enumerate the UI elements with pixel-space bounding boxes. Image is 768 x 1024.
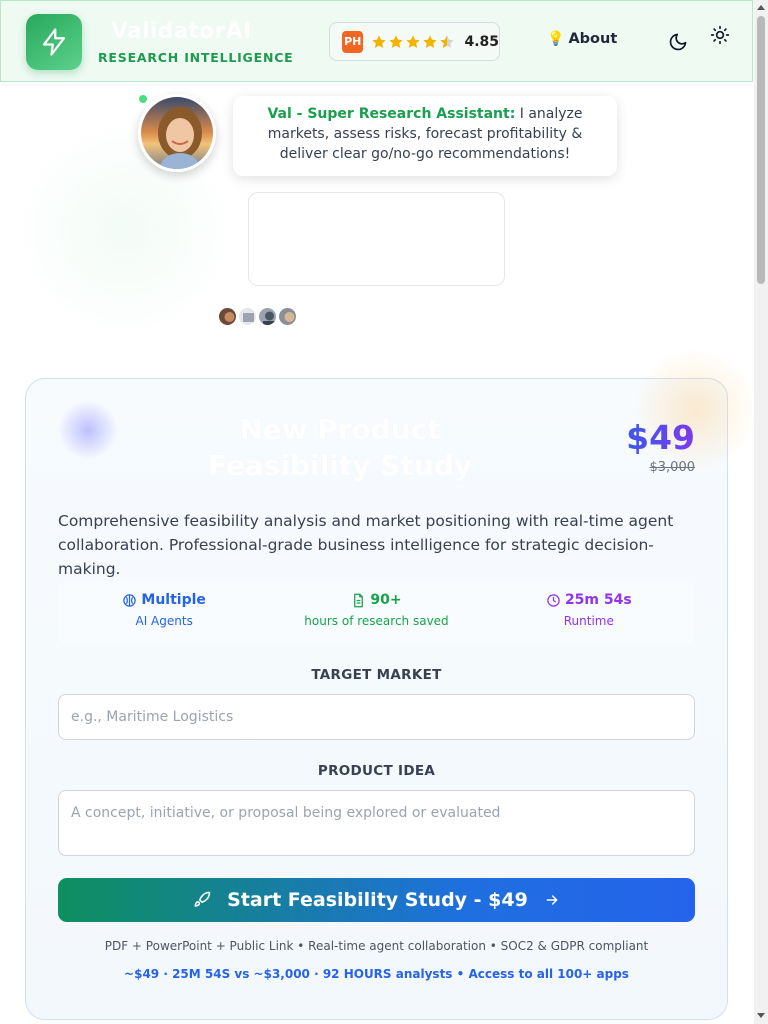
avatar <box>277 306 298 327</box>
star-icon <box>389 34 404 48</box>
about-button[interactable]: 💡 About <box>547 31 617 47</box>
document-icon <box>354 593 364 607</box>
stat-value: Multiple <box>141 592 206 608</box>
half-star-icon <box>440 34 455 48</box>
stat-value: 90+ <box>370 592 402 608</box>
scrollbar-thumb[interactable] <box>757 16 765 284</box>
target-market-input[interactable] <box>58 694 695 740</box>
stat-value: 25m 54s <box>564 592 632 608</box>
star-icon <box>423 34 438 48</box>
assistant-speech-bubble: Val - Super Research Assistant: I analyz… <box>233 96 617 176</box>
stat-label: Runtime <box>563 614 614 628</box>
empty-preview-card <box>248 192 505 286</box>
star-icon <box>406 34 421 48</box>
lightbulb-icon: 💡 <box>547 31 565 47</box>
star-icon <box>372 34 387 48</box>
price: $49 <box>600 418 695 457</box>
stat-agents: Multiple AI Agents <box>58 581 270 644</box>
assistant-name: Val - Super Research Assistant: <box>267 106 516 122</box>
avatar <box>237 306 258 327</box>
about-label: About <box>568 31 618 47</box>
brand-logo[interactable] <box>26 14 82 70</box>
brain-icon <box>123 593 137 607</box>
moon-icon[interactable] <box>668 32 688 52</box>
product-hunt-logo: PH <box>342 30 364 53</box>
rating-stars <box>371 34 455 50</box>
start-feasibility-study-button[interactable]: Start Feasibility Study - $49 <box>58 878 695 922</box>
stat-label: AI Agents <box>135 614 193 628</box>
scroll-up-arrow[interactable] <box>757 5 765 10</box>
assistant-avatar <box>138 94 216 172</box>
card-title: New Product Feasibility Study <box>207 413 473 482</box>
rocket-icon <box>194 891 211 907</box>
stats-row: Multiple AI Agents 90+ hours of research… <box>58 581 695 644</box>
cta-label: Start Feasibility Study - $49 <box>227 889 528 911</box>
scroll-down-arrow[interactable] <box>757 1013 765 1018</box>
sun-icon[interactable] <box>710 25 730 45</box>
deliverables-footnote: PDF + PowerPoint + Public Link • Real-ti… <box>104 939 649 953</box>
decorative-glow <box>58 400 118 460</box>
user-avatar-stack <box>217 306 298 327</box>
brand-tagline: RESEARCH INTELLIGENCE <box>98 50 294 65</box>
card-description: Comprehensive feasibility analysis and m… <box>58 512 674 578</box>
clock-icon <box>547 593 560 607</box>
online-status-dot <box>137 93 149 105</box>
original-price: $3,000 <box>649 460 696 475</box>
top-header: ValidatorAI RESEARCH INTELLIGENCE PH 4.8… <box>0 0 753 82</box>
stat-runtime: 25m 54s Runtime <box>483 581 695 644</box>
product-idea-label: PRODUCT IDEA <box>317 763 436 779</box>
rating-value: 4.85 <box>464 33 499 50</box>
brand-name: ValidatorAI <box>111 19 252 44</box>
avatar <box>217 306 238 327</box>
lightning-icon <box>42 28 66 56</box>
arrow-right-icon <box>546 895 558 905</box>
product-idea-textarea[interactable] <box>58 790 695 856</box>
target-market-label: TARGET MARKET <box>311 667 442 683</box>
product-hunt-rating-badge[interactable]: PH 4.85 <box>329 22 500 61</box>
value-comparison-footnote: ~$49 · 25M 54S vs ~$3,000 · 92 HOURS ana… <box>124 967 629 981</box>
stat-label: hours of research saved <box>304 614 449 628</box>
stat-hours-saved: 90+ hours of research saved <box>270 581 482 644</box>
avatar <box>257 306 278 327</box>
